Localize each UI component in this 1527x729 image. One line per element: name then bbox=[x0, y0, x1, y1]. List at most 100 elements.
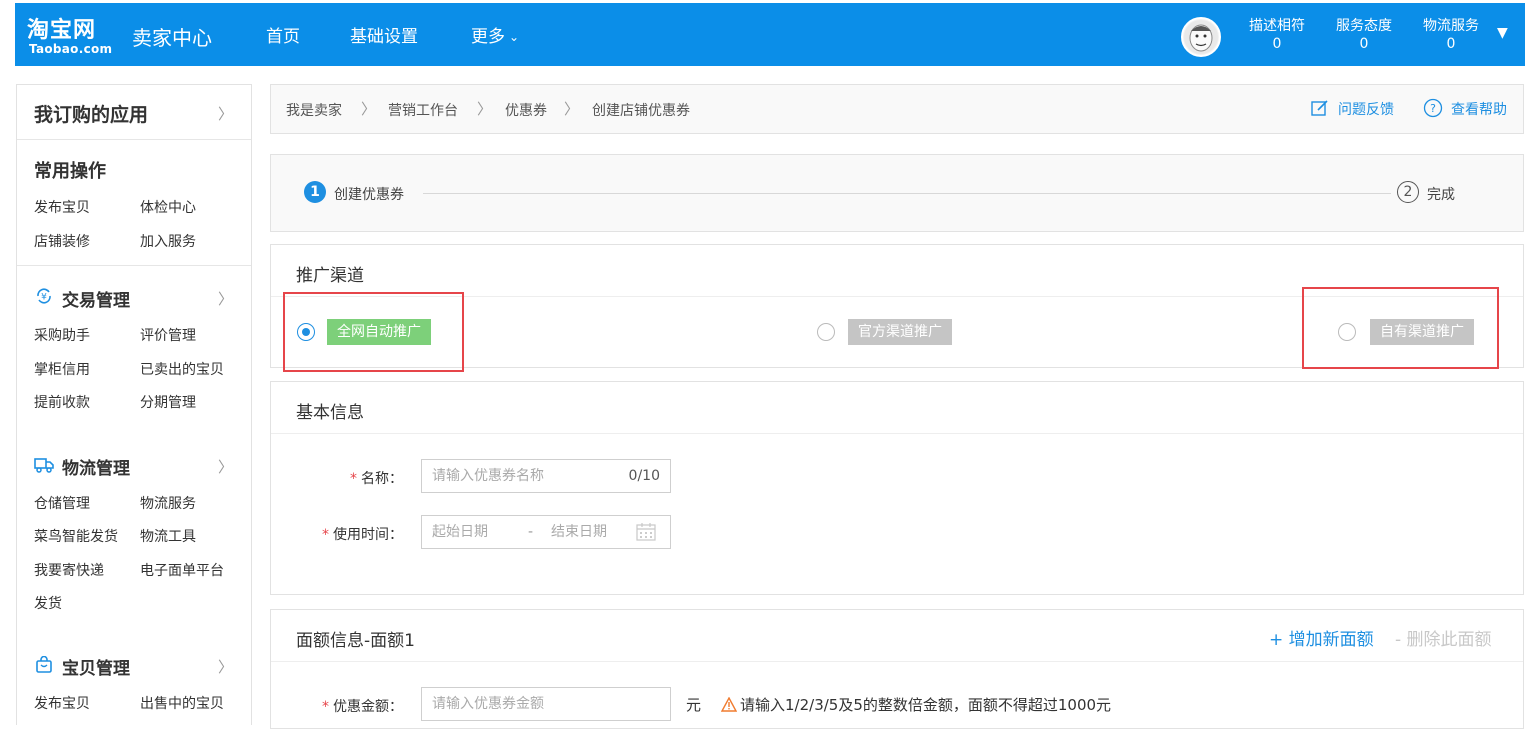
chevron-right-icon[interactable]: 〉 bbox=[218, 456, 233, 477]
app-title: 卖家中心 bbox=[132, 26, 212, 50]
nav-home[interactable]: 首页 bbox=[266, 22, 300, 47]
help-label: 查看帮助 bbox=[1451, 102, 1507, 118]
step-1-label: 创建优惠券 bbox=[334, 187, 404, 203]
logo-subtext: Taobao.com bbox=[29, 42, 113, 56]
step-2-label: 完成 bbox=[1427, 187, 1455, 203]
coupon-amount-input[interactable]: 请输入优惠券金额 bbox=[421, 687, 671, 721]
sidebar-link[interactable]: 发货 bbox=[34, 593, 62, 613]
stat-value: 0 bbox=[1272, 36, 1282, 52]
amount-field-label: * 优惠金额： bbox=[311, 696, 403, 716]
sidebar-link[interactable]: 电子面单平台 bbox=[140, 560, 224, 580]
sidebar-link[interactable]: 采购助手 bbox=[34, 325, 90, 345]
question-circle-icon: ? bbox=[1423, 98, 1443, 118]
nav-basic-settings[interactable]: 基础设置 bbox=[350, 22, 418, 47]
sidebar-link[interactable]: 加入服务 bbox=[140, 231, 196, 251]
breadcrumb-item[interactable]: 营销工作台 bbox=[388, 100, 458, 120]
required-mark: * bbox=[322, 527, 329, 543]
end-date-placeholder: 结束日期 bbox=[551, 524, 607, 540]
sidebar-link[interactable]: 我要寄快递 bbox=[34, 560, 104, 580]
sidebar-link[interactable]: 发布宝贝 bbox=[34, 693, 90, 713]
date-range-input[interactable]: 起始日期 - 结束日期 bbox=[421, 515, 671, 549]
step-1-circle: 1 bbox=[304, 181, 326, 203]
feedback-label: 问题反馈 bbox=[1338, 102, 1394, 118]
char-counter: 0/10 bbox=[628, 468, 660, 484]
section-goods-title[interactable]: 宝贝管理 bbox=[62, 654, 130, 679]
avatar-face-icon bbox=[1184, 20, 1218, 54]
remove-amount-button[interactable]: - 删除此面额 bbox=[1395, 625, 1492, 650]
required-mark: * bbox=[322, 699, 329, 715]
taobao-logo[interactable]: 淘宝网 Taobao.com bbox=[27, 12, 123, 58]
section-trade-title[interactable]: 交易管理 bbox=[62, 286, 130, 311]
sidebar-link[interactable]: 体检中心 bbox=[140, 197, 196, 217]
name-field-label: * 名称： bbox=[341, 468, 403, 488]
stat-description: 描述相符 0 bbox=[1245, 17, 1309, 53]
sidebar-link[interactable]: 掌柜信用 bbox=[34, 359, 90, 379]
coupon-name-input[interactable]: 请输入优惠券名称 0/10 bbox=[421, 459, 671, 493]
help-link[interactable]: ? 查看帮助 bbox=[1423, 98, 1507, 119]
sidebar-link[interactable]: 菜鸟智能发货 bbox=[34, 526, 118, 546]
logo-text: 淘宝网 bbox=[27, 18, 97, 43]
yuan-refresh-icon: ¥ bbox=[37, 288, 51, 304]
truck-icon bbox=[34, 458, 54, 473]
sidebar-link[interactable]: 评价管理 bbox=[140, 325, 196, 345]
tag-official-promo[interactable]: 官方渠道推广 bbox=[848, 319, 952, 345]
sidebar-link[interactable]: 提前收款 bbox=[34, 392, 90, 412]
add-amount-button[interactable]: + 增加新面额 bbox=[1269, 625, 1374, 650]
time-field-label: * 使用时间： bbox=[311, 524, 403, 544]
stat-service: 服务态度 0 bbox=[1332, 17, 1396, 53]
nav-more[interactable]: 更多 ⌄ bbox=[471, 22, 519, 47]
sidebar-link[interactable]: 店铺装修 bbox=[34, 231, 90, 251]
date-separator: - bbox=[528, 524, 534, 540]
divider bbox=[271, 433, 1523, 434]
chevron-right-icon: 〉 bbox=[217, 105, 233, 123]
section-common-title: 常用操作 bbox=[34, 161, 106, 182]
sidebar-header-title: 我订购的应用 bbox=[34, 104, 149, 126]
highlight-box bbox=[1302, 287, 1499, 369]
amount-hint-text: 请输入1/2/3/5及5的整数倍金额，面额不得超过1000元 bbox=[740, 696, 1112, 714]
sidebar-header[interactable]: 我订购的应用 〉 bbox=[17, 85, 251, 140]
avatar[interactable] bbox=[1181, 17, 1221, 57]
divider bbox=[271, 661, 1523, 662]
chevron-right-icon[interactable]: 〉 bbox=[218, 656, 233, 677]
chevron-down-icon: ⌄ bbox=[509, 30, 520, 44]
chevron-right-icon[interactable]: 〉 bbox=[218, 288, 233, 309]
breadcrumb: 我是卖家 〉 营销工作台 〉 优惠券 〉 创建店铺优惠券 问题反馈 ? 查看帮助 bbox=[270, 84, 1524, 134]
sidebar-link[interactable]: 物流工具 bbox=[140, 526, 196, 546]
section-title: 面额信息-面额1 bbox=[296, 631, 415, 651]
amount-hint: 请输入1/2/3/5及5的整数倍金额，面额不得超过1000元 bbox=[720, 694, 1112, 715]
svg-text:¥: ¥ bbox=[41, 293, 47, 303]
divider bbox=[17, 265, 251, 266]
calendar-icon[interactable] bbox=[636, 523, 656, 541]
input-placeholder: 请输入优惠券名称 bbox=[432, 468, 544, 484]
top-navbar: 淘宝网 Taobao.com 卖家中心 首页 基础设置 更多 ⌄ 描述相符 0 服… bbox=[15, 3, 1525, 66]
breadcrumb-item[interactable]: 优惠券 bbox=[505, 100, 547, 120]
basic-info-section: 基本信息 * 名称： 请输入优惠券名称 0/10 * 使用时间： 起始日期 - 结束… bbox=[270, 381, 1524, 595]
sidebar-link[interactable]: 已卖出的宝贝 bbox=[140, 359, 224, 379]
radio-official-promo[interactable] bbox=[817, 323, 835, 341]
start-date-placeholder: 起始日期 bbox=[432, 524, 488, 540]
section-logistics-title[interactable]: 物流管理 bbox=[62, 454, 130, 479]
breadcrumb-current: 创建店铺优惠券 bbox=[592, 103, 690, 119]
name-label-text: 名称： bbox=[361, 471, 403, 487]
breadcrumb-item[interactable]: 我是卖家 bbox=[286, 100, 342, 120]
caret-down-icon[interactable]: ▼ bbox=[1497, 25, 1508, 41]
sidebar-link[interactable]: 出售中的宝贝 bbox=[140, 693, 224, 713]
stat-value: 0 bbox=[1359, 36, 1369, 52]
amount-label-text: 优惠金额： bbox=[333, 699, 403, 715]
step-2-circle: 2 bbox=[1397, 181, 1419, 203]
sidebar-link[interactable]: 分期管理 bbox=[140, 392, 196, 412]
sidebar-link[interactable]: 发布宝贝 bbox=[34, 197, 90, 217]
warning-icon bbox=[720, 696, 738, 712]
feedback-link[interactable]: 问题反馈 bbox=[1311, 99, 1394, 119]
stat-logistics: 物流服务 0 bbox=[1419, 17, 1483, 53]
stat-label: 服务态度 bbox=[1336, 18, 1392, 34]
highlight-box bbox=[283, 292, 464, 372]
stat-value: 0 bbox=[1446, 36, 1456, 52]
nav-more-label: 更多 bbox=[471, 27, 505, 47]
chevron-right-icon: 〉 bbox=[361, 100, 377, 118]
required-mark: * bbox=[350, 471, 357, 487]
svg-text:?: ? bbox=[1430, 102, 1436, 115]
sidebar-link[interactable]: 物流服务 bbox=[140, 493, 196, 513]
sidebar-link[interactable]: 仓储管理 bbox=[34, 493, 90, 513]
section-title: 推广渠道 bbox=[296, 266, 364, 286]
